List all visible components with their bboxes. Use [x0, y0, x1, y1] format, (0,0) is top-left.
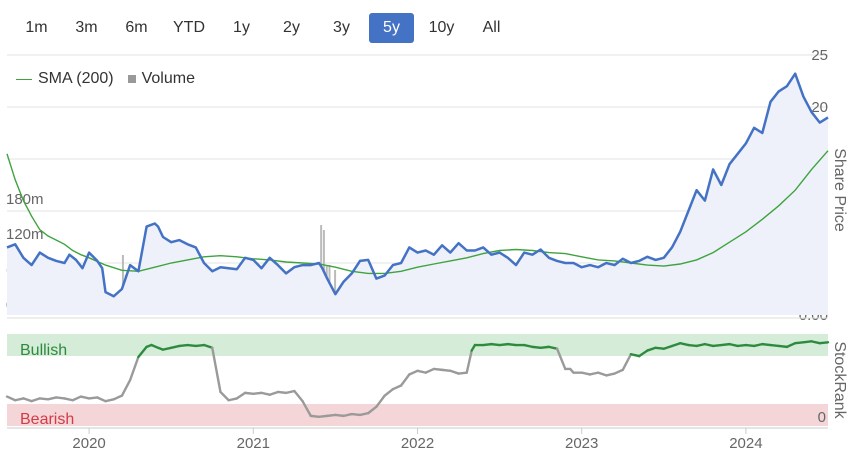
stockrank-segment — [613, 368, 624, 375]
stockrank-segment — [777, 344, 789, 349]
stockrank-segment — [498, 342, 510, 347]
stockrank-segment — [104, 398, 115, 403]
stockrank-segment — [112, 394, 124, 401]
stockrank-segment — [71, 395, 83, 402]
stockrank-segment — [481, 342, 493, 347]
x-tick-label: 2022 — [401, 435, 434, 452]
stockrank-segment — [720, 342, 731, 347]
stockrank-segment — [818, 341, 830, 345]
x-tick-label: 2024 — [729, 435, 762, 452]
stockrank-segment — [219, 390, 230, 402]
stockrank-segment — [120, 378, 132, 397]
stockrank-segment — [506, 342, 518, 347]
stockrank-segment — [87, 396, 99, 400]
stockrank-segment — [424, 367, 436, 374]
bearish-zone — [7, 404, 828, 426]
stockrank-segment — [46, 396, 58, 401]
stockrank-segment — [531, 345, 542, 349]
stockrank-segment — [769, 343, 780, 348]
share-price-axis-title: Share Price — [831, 148, 848, 232]
stockrank-segment — [580, 371, 592, 376]
stockrank-segment — [14, 397, 25, 402]
stockrank-segment — [317, 414, 329, 418]
stockrank-segment — [194, 343, 206, 348]
stockrank-segment — [539, 345, 551, 349]
stockrank-segment — [79, 395, 91, 400]
stockrank-segment — [490, 342, 501, 347]
stockrank-segment — [440, 368, 452, 372]
stockrank-segment — [325, 413, 337, 418]
stockrank-segment — [408, 369, 419, 376]
stockrank-segment — [596, 371, 608, 377]
volume-tick-label: 120m — [6, 226, 44, 243]
x-tick-label: 2023 — [565, 435, 598, 452]
stockrank-segment — [802, 340, 813, 344]
stockrank-segment — [399, 373, 411, 387]
stockrank-segment — [654, 346, 665, 350]
stockrank-segment — [252, 391, 263, 395]
stockrank-segment — [605, 372, 616, 377]
stockrank-segment — [30, 397, 42, 403]
stockrank-segment — [711, 343, 723, 348]
stockrank-segment — [5, 395, 17, 402]
stockrank-segment — [293, 389, 304, 403]
stockrank-segment — [235, 391, 247, 400]
stockrank-segment — [22, 397, 33, 403]
stockrank-tick-label: 0 — [818, 409, 826, 426]
stockrank-segment — [744, 343, 756, 348]
stockrank-segment — [178, 343, 189, 348]
stockrank-segment — [284, 389, 296, 395]
stockrank-segment — [309, 414, 321, 418]
stockrank-segment — [449, 369, 460, 375]
x-tick-label: 2021 — [237, 435, 270, 452]
stockrank-segment — [334, 413, 345, 418]
stockrank-segment — [793, 341, 805, 345]
stockrank-axis-title: StockRank — [831, 341, 848, 419]
bearish-label: Bearish — [20, 411, 74, 428]
stockrank-segment — [186, 343, 198, 348]
stockrank-segment — [621, 353, 633, 372]
stockrank-segment — [268, 390, 280, 396]
stockrank-segment — [736, 343, 748, 348]
volume-tick-label: 180m — [6, 191, 44, 208]
stockrank-segment — [128, 355, 140, 382]
stockrank-segment — [391, 384, 403, 391]
price-tick-label: 25 — [811, 47, 828, 64]
stockrank-segment — [687, 343, 698, 348]
stockrank-segment — [432, 367, 444, 372]
stockrank-segment — [55, 396, 66, 400]
stockrank-segment — [260, 391, 271, 396]
stockrank-segment — [350, 412, 362, 417]
stockrank-segment — [243, 391, 255, 395]
stockrank-segment — [276, 390, 288, 395]
price-area — [7, 73, 828, 315]
x-tick-label: 2020 — [72, 435, 105, 452]
stockrank-segment — [457, 371, 468, 375]
stockrank-segment — [416, 369, 427, 374]
stockrank-segment — [588, 371, 600, 376]
stock-chart: 0.005.010152025060m120m180mShare PriceBu… — [5, 47, 848, 452]
bullish-label: Bullish — [20, 342, 67, 359]
stockrank-segment — [227, 397, 239, 402]
stockrank-segment — [63, 397, 74, 402]
stockrank-segment — [38, 397, 50, 401]
stockrank-segment — [761, 342, 772, 347]
stockrank-segment — [96, 396, 107, 403]
stockrank-segment — [383, 388, 395, 397]
